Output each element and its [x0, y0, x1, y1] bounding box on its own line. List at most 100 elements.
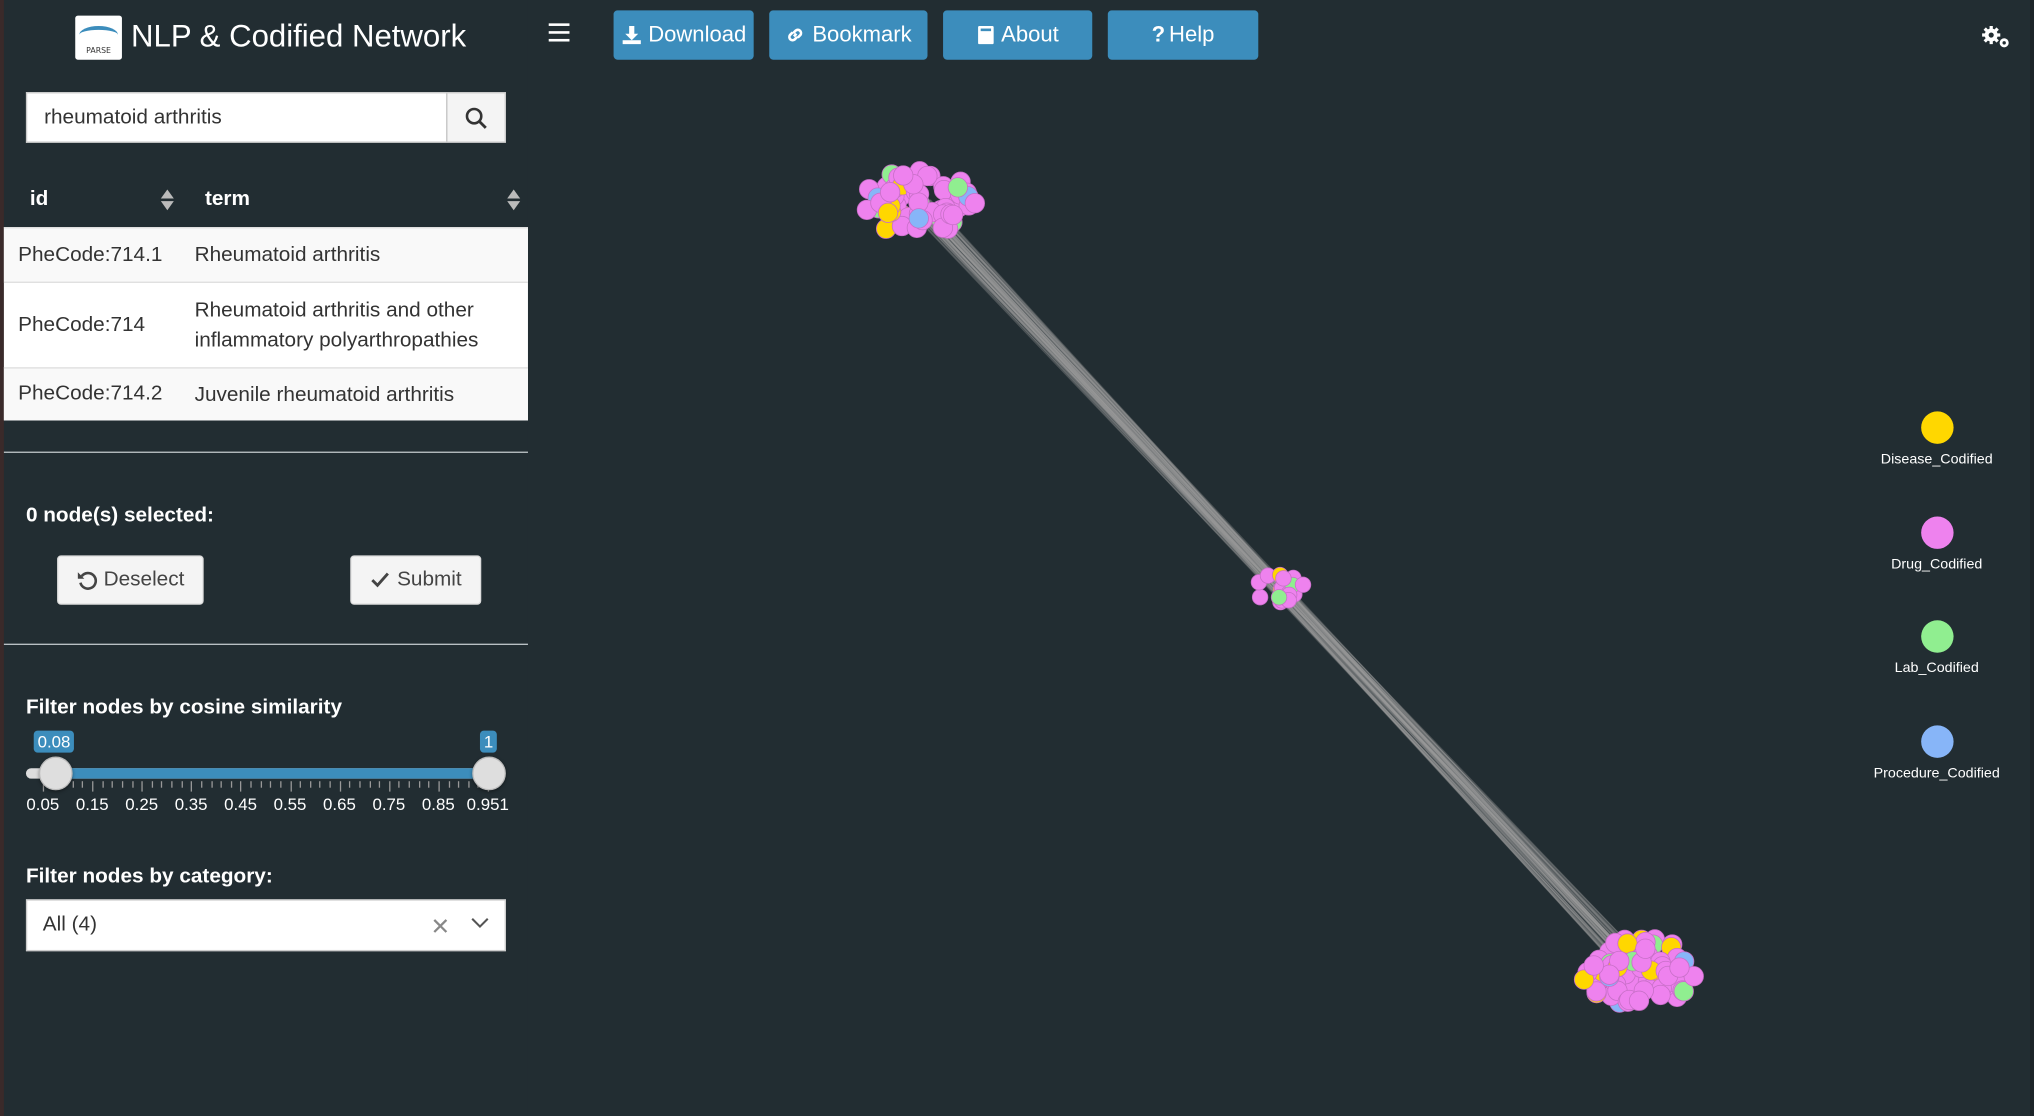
bookmark-label: Bookmark: [812, 22, 912, 47]
slider-tick: [181, 781, 183, 788]
bookmark-button[interactable]: Bookmark: [769, 10, 928, 60]
column-header-term[interactable]: term: [179, 188, 528, 211]
cell-term: Juvenile rheumatoid arthritis: [194, 383, 455, 406]
results-table: PheCode:714.1 Rheumatoid arthritis PheCo…: [3, 227, 528, 421]
slider-tick: [121, 781, 124, 788]
slider-tick: [102, 781, 104, 788]
graph-node[interactable]: [1275, 570, 1292, 587]
graph-node[interactable]: [908, 208, 929, 229]
slider-tick: [82, 781, 84, 788]
legend-label: Lab_Codified: [1894, 660, 1979, 677]
slider-tick: [408, 781, 410, 788]
slider-min-value: 0.08: [33, 730, 75, 753]
graph-node[interactable]: [964, 193, 985, 214]
chevron-down-icon[interactable]: [471, 916, 489, 929]
cell-id: PheCode:714: [18, 313, 146, 336]
graph-node[interactable]: [1650, 984, 1671, 1006]
slider-tick-label: 0.25: [125, 794, 159, 814]
gears-icon[interactable]: [1981, 23, 2012, 49]
table-header: id term: [4, 173, 528, 228]
graph-node[interactable]: [893, 165, 914, 186]
legend-dot: [1920, 411, 1953, 444]
slider-tick: [92, 781, 94, 792]
column-label-term: term: [204, 188, 250, 211]
graph-node[interactable]: [1251, 589, 1269, 606]
graph-node[interactable]: [1628, 990, 1650, 1011]
legend-label: Procedure_Codified: [1873, 765, 2000, 782]
slider-tick-label: 0.35: [174, 794, 208, 814]
about-button[interactable]: About: [943, 10, 1093, 60]
legend-item-drug: Drug_Codified: [1859, 516, 2015, 572]
legend-item-lab: Lab_Codified: [1859, 620, 2015, 676]
app-title: NLP & Codified Network: [131, 19, 467, 55]
graph-edge: [909, 204, 1635, 978]
graph-node[interactable]: [942, 204, 964, 226]
slider-selected-range: [55, 768, 490, 779]
slider-tick: [210, 781, 213, 788]
graph-node[interactable]: [1635, 938, 1656, 959]
slider-tick: [458, 781, 460, 788]
column-header-id[interactable]: id: [4, 188, 179, 211]
table-row[interactable]: PheCode:714 Rheumatoid arthritis and oth…: [3, 281, 528, 368]
graph-node[interactable]: [1669, 957, 1690, 978]
legend-item-disease: Disease_Codified: [1859, 411, 2015, 467]
slider-max-handle[interactable]: [472, 756, 506, 791]
legend-label: Drug_Codified: [1891, 556, 1983, 573]
clear-icon[interactable]: ✕: [431, 914, 451, 941]
slider-tick: [280, 781, 282, 788]
app-logo-area: PARSE NLP & Codified Network: [75, 15, 467, 60]
slider-tick: [398, 781, 401, 788]
slider-tick-label: 0.951: [466, 794, 509, 814]
cell-id: PheCode:714.2: [18, 382, 163, 405]
book-icon: [977, 25, 994, 45]
legend-item-procedure: Procedure_Codified: [1859, 725, 2015, 781]
graph-node[interactable]: [1583, 955, 1604, 976]
graph-node[interactable]: [1617, 933, 1638, 954]
slider-tick: [309, 781, 312, 788]
slider-tick: [171, 781, 173, 788]
table-row[interactable]: PheCode:714.2 Juvenile rheumatoid arthri…: [3, 367, 528, 421]
legend-dot: [1920, 725, 1953, 758]
similarity-range-slider[interactable]: 0.08 1 0.05 0.15 0.25 0.35 0.45 0.55 0.65 0.75 0…: [25, 727, 509, 818]
slider-tick: [220, 781, 223, 788]
check-icon: [371, 572, 390, 588]
slider-tick: [270, 781, 272, 788]
slider-min-handle[interactable]: [38, 756, 73, 791]
graph-node[interactable]: [1294, 576, 1312, 593]
slider-tick: [112, 781, 114, 788]
selection-count: 0 node(s) selected:: [25, 504, 214, 527]
search-button[interactable]: [446, 92, 506, 143]
network-graph[interactable]: [528, 78, 2034, 1116]
help-button[interactable]: ? Help: [1107, 10, 1259, 60]
category-select[interactable]: All (4) ✕: [25, 899, 506, 952]
sort-icon: [160, 188, 174, 211]
slider-tick: [299, 781, 302, 788]
sidebar-toggle-icon[interactable]: [548, 23, 570, 44]
download-label: Download: [648, 22, 747, 47]
graph-node[interactable]: [1270, 589, 1288, 606]
slider-max-value: 1: [479, 730, 498, 753]
slider-tick: [289, 781, 292, 792]
slider-tick-label: 0.55: [273, 794, 307, 814]
graph-node[interactable]: [877, 202, 899, 223]
table-row[interactable]: PheCode:714.1 Rheumatoid arthritis: [3, 227, 528, 282]
divider: [3, 451, 528, 453]
slider-tick: [161, 781, 163, 788]
deselect-button[interactable]: Deselect: [57, 555, 204, 605]
node-cluster[interactable]: [856, 161, 985, 239]
slider-tick: [359, 781, 361, 788]
slider-tick: [240, 781, 242, 792]
slider-tick: [201, 781, 203, 788]
column-label-id: id: [29, 188, 49, 211]
download-button[interactable]: Download: [613, 10, 754, 60]
search-input[interactable]: [25, 92, 447, 143]
category-filter-label: Filter nodes by category:: [25, 865, 273, 888]
slider-tick: [388, 781, 391, 792]
graph-node[interactable]: [880, 182, 901, 203]
slider-tick-label: 0.15: [75, 794, 109, 814]
slider-tick: [141, 781, 143, 792]
node-cluster[interactable]: [1573, 929, 1704, 1013]
submit-button[interactable]: Submit: [350, 555, 482, 605]
search-box: [25, 92, 506, 143]
graph-node[interactable]: [947, 177, 968, 198]
